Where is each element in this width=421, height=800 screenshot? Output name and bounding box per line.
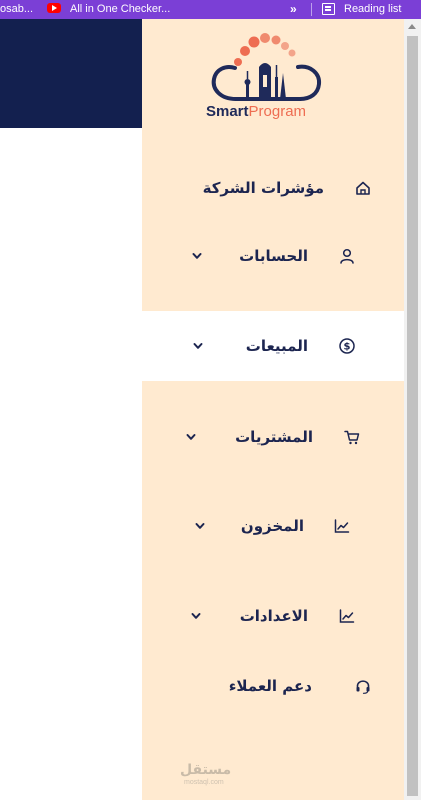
sidebar-item-settings[interactable]: الاعدادات [142, 581, 404, 651]
sidebar-item-label: دعم العملاء [228, 677, 312, 695]
dollar-circle-icon: $ [339, 338, 355, 354]
brand-name-smart: Smart [206, 103, 249, 120]
sidebar-item-purchases[interactable]: المشتريات [142, 402, 404, 472]
bookmark-osab[interactable]: osab... [0, 0, 33, 19]
chevron-down-icon[interactable] [194, 520, 206, 532]
scroll-up-arrow-icon[interactable] [408, 24, 416, 29]
sidebar-item-label: الاعدادات [239, 607, 308, 625]
sidebar-item-sales[interactable]: $ المبيعات [142, 311, 404, 381]
sidebar-item-company-indicators[interactable]: مؤشرات الشركة [142, 153, 404, 223]
sidebar: SmartProgram مؤشرات الشركة الحسابات $ ال… [142, 19, 404, 800]
sidebar-item-inventory[interactable]: المخزون [142, 491, 404, 561]
headset-icon [356, 680, 370, 694]
header-dark-block [0, 19, 142, 128]
sidebar-item-label: المخزون [240, 517, 304, 535]
chevron-down-icon[interactable] [185, 431, 197, 443]
reading-list-icon [322, 3, 335, 15]
home-icon [356, 181, 370, 195]
scroll-thumb[interactable] [407, 36, 418, 796]
cart-icon [344, 430, 360, 445]
sidebar-item-accounts[interactable]: الحسابات [142, 221, 404, 291]
watermark: مستقل [180, 762, 232, 778]
reading-list-button[interactable]: Reading list [344, 0, 401, 19]
chart-line-icon [339, 609, 355, 623]
svg-text:$: $ [344, 342, 351, 353]
chevron-down-icon[interactable] [190, 610, 202, 622]
chart-line-icon [334, 519, 350, 533]
vertical-scrollbar[interactable] [404, 19, 421, 800]
sidebar-item-label: الحسابات [239, 247, 308, 265]
sidebar-item-label: مؤشرات الشركة [202, 179, 324, 197]
sidebar-item-label: المشتريات [235, 428, 313, 446]
brand-name: SmartProgram [206, 103, 306, 120]
bookmark-all-in-one-checker[interactable]: All in One Checker... [70, 0, 170, 19]
bookmarks-bar: osab... All in One Checker... » Reading … [0, 0, 421, 19]
sidebar-item-customer-support[interactable]: دعم العملاء [142, 651, 404, 721]
sidebar-item-label: المبيعات [245, 337, 308, 355]
youtube-icon [47, 3, 61, 13]
chevron-down-icon[interactable] [192, 340, 204, 352]
brand-name-program: Program [248, 103, 307, 120]
watermark-sub: mostaql.com [184, 779, 224, 786]
chevron-down-icon[interactable] [191, 250, 203, 262]
bookmarks-divider [311, 3, 312, 16]
user-icon [340, 248, 354, 264]
bookmarks-overflow-button[interactable]: » [290, 0, 297, 19]
